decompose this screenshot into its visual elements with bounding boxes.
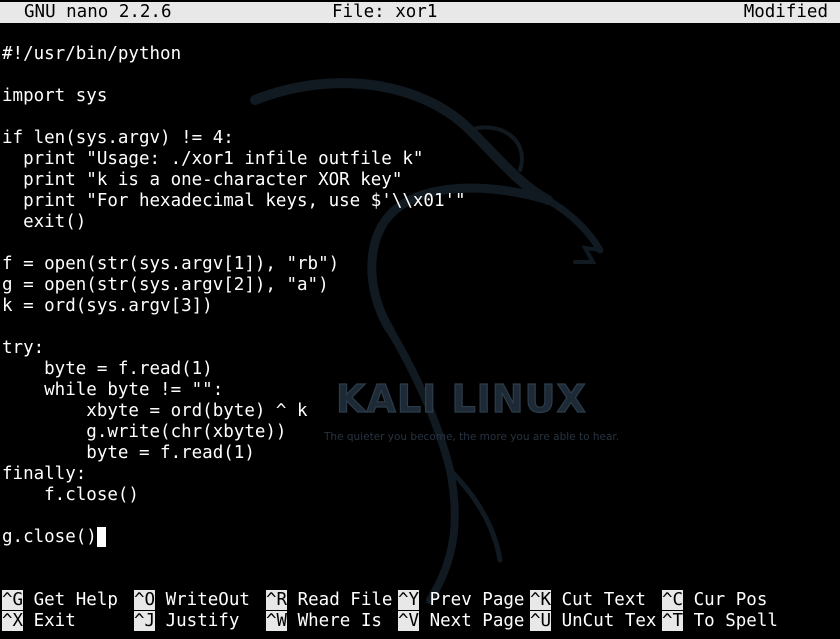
code-line[interactable]: [2, 317, 838, 338]
code-line[interactable]: finally:: [2, 464, 838, 485]
code-line[interactable]: k = ord(sys.argv[3]): [2, 296, 838, 317]
shortcut-label: To Spell: [683, 611, 778, 631]
modified-status-label: Modified: [743, 2, 828, 22]
shortcut-bar: ^G Get Help ^O WriteOut ^R Read File ^Y Pre…: [2, 590, 838, 632]
code-line[interactable]: [2, 107, 838, 128]
code-line[interactable]: [2, 506, 838, 527]
code-line[interactable]: while byte != "":: [2, 380, 838, 401]
code-line[interactable]: if len(sys.argv) != 4:: [2, 128, 838, 149]
shortcut-key: ^V: [398, 611, 420, 631]
shortcut-key: ^C: [662, 590, 684, 610]
shortcut-read-file[interactable]: ^R Read File: [266, 590, 392, 611]
nano-title-bar: GNU nano 2.2.6 File: xor1 Modified: [0, 2, 840, 23]
shortcut-to-spell[interactable]: ^T To Spell: [662, 611, 778, 632]
shortcut-exit[interactable]: ^X Exit: [2, 611, 76, 632]
code-line[interactable]: byte = f.read(1): [2, 359, 838, 380]
shortcut-key: ^O: [134, 590, 156, 610]
shortcut-label: Cur Pos: [683, 590, 768, 610]
shortcut-label: Where Is: [287, 611, 382, 631]
shortcut-key: ^U: [530, 611, 552, 631]
shortcut-label: Prev Page: [419, 590, 525, 610]
shortcut-label: UnCut Tex: [551, 611, 657, 631]
file-name-label: File: xor1: [332, 2, 438, 22]
shortcut-label: Justify: [155, 611, 240, 631]
shortcut-key: ^W: [266, 611, 288, 631]
shortcut-key: ^G: [2, 590, 24, 610]
shortcut-get-help[interactable]: ^G Get Help: [2, 590, 118, 611]
shortcut-prev-page[interactable]: ^Y Prev Page: [398, 590, 524, 611]
code-line[interactable]: [2, 65, 838, 86]
code-line[interactable]: exit(): [2, 212, 838, 233]
shortcut-key: ^X: [2, 611, 24, 631]
code-line[interactable]: g.close(): [2, 527, 838, 548]
code-line[interactable]: import sys: [2, 86, 838, 107]
shortcut-label: Get Help: [23, 590, 118, 610]
code-line[interactable]: #!/usr/bin/python: [2, 44, 838, 65]
shortcut-label: Next Page: [419, 611, 525, 631]
code-line[interactable]: [2, 233, 838, 254]
code-line[interactable]: xbyte = ord(byte) ^ k: [2, 401, 838, 422]
text-cursor: [96, 527, 106, 547]
shortcut-label: Exit: [23, 611, 76, 631]
shortcut-label: Read File: [287, 590, 393, 610]
shortcut-row-2: ^X Exit ^J Justify ^W Where Is ^V Next Page…: [2, 611, 838, 632]
code-line[interactable]: print "Usage: ./xor1 infile outfile k": [2, 149, 838, 170]
shortcut-uncut-tex[interactable]: ^U UnCut Tex: [530, 611, 656, 632]
code-line[interactable]: byte = f.read(1): [2, 443, 838, 464]
code-line[interactable]: print "k is a one-character XOR key": [2, 170, 838, 191]
code-line[interactable]: g.write(chr(xbyte)): [2, 422, 838, 443]
shortcut-key: ^J: [134, 611, 156, 631]
shortcut-key: ^R: [266, 590, 288, 610]
shortcut-cur-pos[interactable]: ^C Cur Pos: [662, 590, 767, 611]
shortcut-row-1: ^G Get Help ^O WriteOut ^R Read File ^Y Pre…: [2, 590, 838, 611]
shortcut-next-page[interactable]: ^V Next Page: [398, 611, 524, 632]
shortcut-label: Cut Text: [551, 590, 646, 610]
shortcut-key: ^Y: [398, 590, 420, 610]
editor-buffer[interactable]: #!/usr/bin/python import sys if len(sys.ar…: [2, 44, 838, 548]
app-version-label: GNU nano 2.2.6: [24, 2, 172, 22]
code-line[interactable]: g = open(str(sys.argv[2]), "a"): [2, 275, 838, 296]
shortcut-writeout[interactable]: ^O WriteOut: [134, 590, 250, 611]
shortcut-cut-text[interactable]: ^K Cut Text: [530, 590, 646, 611]
code-line[interactable]: f = open(str(sys.argv[1]), "rb"): [2, 254, 838, 275]
shortcut-label: WriteOut: [155, 590, 250, 610]
shortcut-key: ^K: [530, 590, 552, 610]
code-line[interactable]: f.close(): [2, 485, 838, 506]
shortcut-where-is[interactable]: ^W Where Is: [266, 611, 382, 632]
shortcut-justify[interactable]: ^J Justify: [134, 611, 239, 632]
code-line[interactable]: try:: [2, 338, 838, 359]
shortcut-key: ^T: [662, 611, 684, 631]
code-line[interactable]: print "For hexadecimal keys, use $'\\x01…: [2, 191, 838, 212]
